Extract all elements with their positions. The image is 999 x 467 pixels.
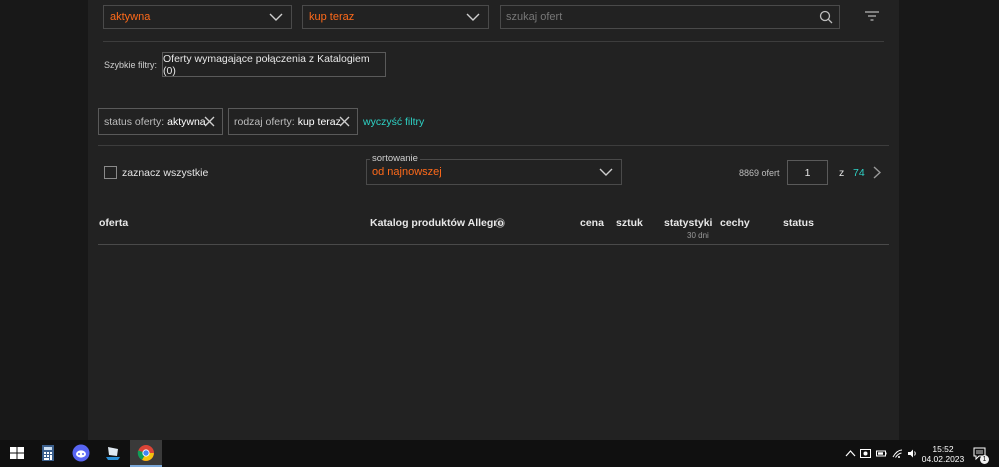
divider — [103, 41, 884, 42]
status-select-value: aktywna — [110, 11, 151, 23]
sorting-label: sortowanie — [370, 153, 420, 164]
table-header-divider — [98, 244, 889, 245]
offer-type-select[interactable]: kup teraz — [302, 5, 489, 29]
page-number-value: 1 — [804, 166, 811, 179]
offer-search-input[interactable]: szukaj ofert — [500, 5, 840, 29]
active-filter-status-key: status oferty: — [104, 115, 165, 128]
search-icon[interactable] — [819, 10, 833, 24]
chevron-right-icon[interactable] — [873, 166, 881, 179]
clock-date: 04.02.2023 — [921, 454, 965, 464]
clear-filters-link[interactable]: wyczyść filtry — [363, 116, 424, 128]
offer-search-placeholder: szukaj ofert — [506, 11, 563, 23]
filter-menu-icon[interactable] — [865, 10, 879, 22]
chevron-down-icon — [599, 168, 613, 176]
battery-icon[interactable] — [876, 448, 887, 459]
offer-type-select-value: kup teraz — [309, 11, 355, 23]
page-of-label: z — [839, 167, 845, 179]
divider — [98, 145, 889, 146]
notification-count-badge: 1 — [980, 455, 989, 464]
quick-filter-catalog-label: Oferty wymagające połączenia z Katalogie… — [163, 52, 370, 77]
page-number-input[interactable]: 1 — [787, 160, 828, 185]
active-filter-type-key: rodzaj oferty: — [234, 115, 295, 128]
chrome-icon[interactable] — [137, 444, 155, 462]
taskbar-clock[interactable]: 15:52 04.02.2023 — [921, 444, 965, 464]
column-header-catalog: Katalog produktów Allegro — [370, 217, 504, 229]
status-select[interactable]: aktywna — [103, 5, 292, 29]
column-header-price[interactable]: cena — [580, 217, 604, 229]
volume-icon[interactable] — [907, 448, 918, 459]
chevron-down-icon — [466, 13, 480, 21]
discord-icon[interactable] — [72, 444, 90, 462]
active-filter-status-value: aktywna — [167, 115, 206, 128]
screen-capture-icon[interactable] — [860, 448, 871, 459]
file-manager-icon[interactable] — [104, 444, 122, 462]
select-all-checkbox[interactable] — [104, 166, 117, 179]
chevron-up-icon[interactable] — [845, 448, 856, 459]
offer-count: 8869 ofert — [739, 168, 780, 178]
quick-filters-label: Szybkie filtry: — [104, 60, 158, 70]
column-header-features: cechy — [720, 217, 750, 229]
column-header-status: status — [783, 217, 814, 229]
page-total-link[interactable]: 74 — [853, 167, 865, 179]
clock-time: 15:52 — [932, 444, 954, 454]
chevron-down-icon — [269, 13, 283, 21]
select-all-label[interactable]: zaznacz wszystkie — [122, 167, 208, 179]
active-filter-type-value: kup teraz — [297, 115, 341, 128]
column-header-stats-period: 30 dni — [687, 231, 709, 240]
close-icon[interactable] — [339, 116, 350, 127]
page: aktywna kup teraz szukaj ofert Szybkie f… — [0, 0, 999, 467]
column-header-offer[interactable]: oferta — [99, 217, 128, 229]
column-header-quantity[interactable]: sztuk — [616, 217, 643, 229]
calculator-icon[interactable] — [39, 444, 57, 462]
active-filter-type-chip: rodzaj oferty: kup teraz — [228, 108, 358, 135]
info-icon[interactable] — [495, 218, 505, 228]
column-header-stats[interactable]: statystyki — [664, 217, 712, 229]
close-icon[interactable] — [204, 116, 215, 127]
quick-filter-catalog-chip[interactable]: Oferty wymagające połączenia z Katalogie… — [162, 52, 386, 77]
sorting-value: od najnowszej — [372, 166, 442, 178]
windows-start-icon[interactable] — [8, 444, 26, 462]
active-filter-status-chip: status oferty: aktywna — [98, 108, 223, 135]
wifi-icon[interactable] — [892, 448, 903, 459]
